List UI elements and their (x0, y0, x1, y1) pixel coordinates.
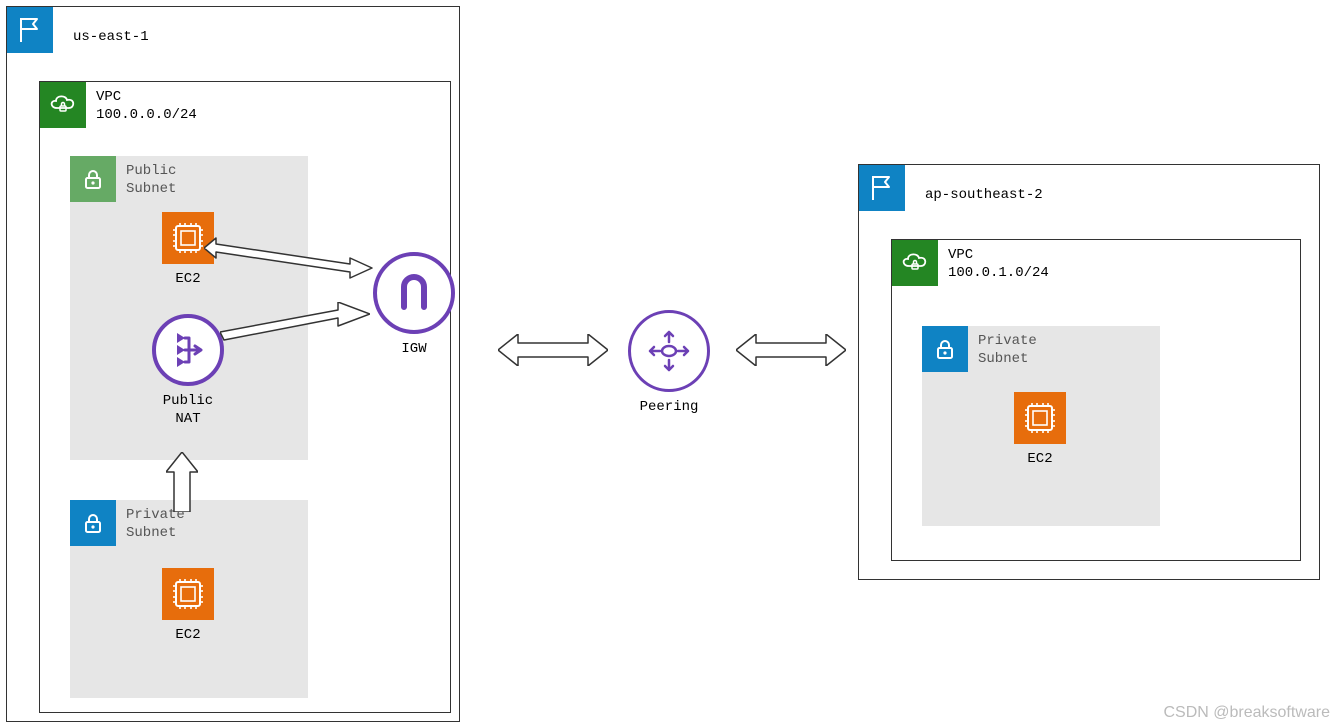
region-header-right: ap-southeast-2 (859, 165, 1043, 211)
arrow-igw-peering (498, 334, 608, 366)
vpc-right-title: VPC (948, 246, 1049, 264)
peering-icon (628, 310, 710, 392)
region-label-right: ap-southeast-2 (925, 173, 1043, 203)
vpc-right-cidr: 100.0.1.0/24 (948, 264, 1049, 282)
flag-icon (7, 7, 53, 53)
region-label-left: us-east-1 (73, 15, 149, 45)
igw-label: IGW (366, 340, 462, 358)
vpc-header-left: VPC 100.0.0.0/24 (40, 82, 450, 128)
subnet-right-private-line1: Private (978, 332, 1037, 350)
subnet-right-private: Private Subnet (922, 326, 1160, 526)
vpc-left-cidr: 100.0.0.0/24 (96, 106, 197, 124)
lock-icon (70, 156, 116, 202)
subnet-left-public-header: Public Subnet (70, 156, 308, 202)
subnet-right-private-line2: Subnet (978, 350, 1037, 368)
nat-label-2: NAT (140, 410, 236, 428)
subnet-left-private-line2: Subnet (126, 524, 185, 542)
vpc-left-labels: VPC 100.0.0.0/24 (96, 82, 197, 124)
vpc-header-right: VPC 100.0.1.0/24 (892, 240, 1300, 286)
arrow-nat-igw (220, 302, 370, 350)
igw-icon (373, 252, 455, 334)
ec2-left-private-label: EC2 (148, 626, 228, 644)
peering-label: Peering (614, 398, 724, 416)
watermark: CSDN @breaksoftware (1163, 704, 1330, 722)
peering-node: Peering (614, 310, 724, 416)
nat-icon (152, 314, 224, 386)
nat-label-1: Public (140, 392, 236, 410)
vpc-right: VPC 100.0.1.0/24 Private Subnet (891, 239, 1301, 561)
vpc-right-labels: VPC 100.0.1.0/24 (948, 240, 1049, 282)
arrow-peering-right (736, 334, 846, 366)
ec2-icon (1014, 392, 1066, 444)
subnet-left-public-labels: Public Subnet (126, 156, 176, 198)
subnet-right-private-header: Private Subnet (922, 326, 1160, 372)
region-ap-southeast-2: ap-southeast-2 VPC 100.0.1.0/24 (858, 164, 1320, 580)
vpc-left-title: VPC (96, 88, 197, 106)
vpc-left: VPC 100.0.0.0/24 Public Subnet (39, 81, 451, 713)
lock-icon (70, 500, 116, 546)
igw-node: IGW (366, 252, 462, 358)
ec2-left-private: EC2 (148, 568, 228, 644)
flag-icon (859, 165, 905, 211)
ec2-icon (162, 568, 214, 620)
region-header-left: us-east-1 (7, 7, 149, 53)
subnet-left-public-line2: Subnet (126, 180, 176, 198)
cloud-lock-icon (40, 82, 86, 128)
ec2-right-private: EC2 (1000, 392, 1080, 468)
subnet-right-private-labels: Private Subnet (978, 326, 1037, 368)
subnet-left-private: Private Subnet (70, 500, 308, 698)
arrow-private-to-nat (166, 452, 198, 512)
subnet-left-public-line1: Public (126, 162, 176, 180)
cloud-lock-icon (892, 240, 938, 286)
lock-icon (922, 326, 968, 372)
region-us-east-1: us-east-1 VPC 100.0.0.0/24 (6, 6, 460, 722)
ec2-right-private-label: EC2 (1000, 450, 1080, 468)
arrow-ec2pub-igw (204, 228, 374, 280)
